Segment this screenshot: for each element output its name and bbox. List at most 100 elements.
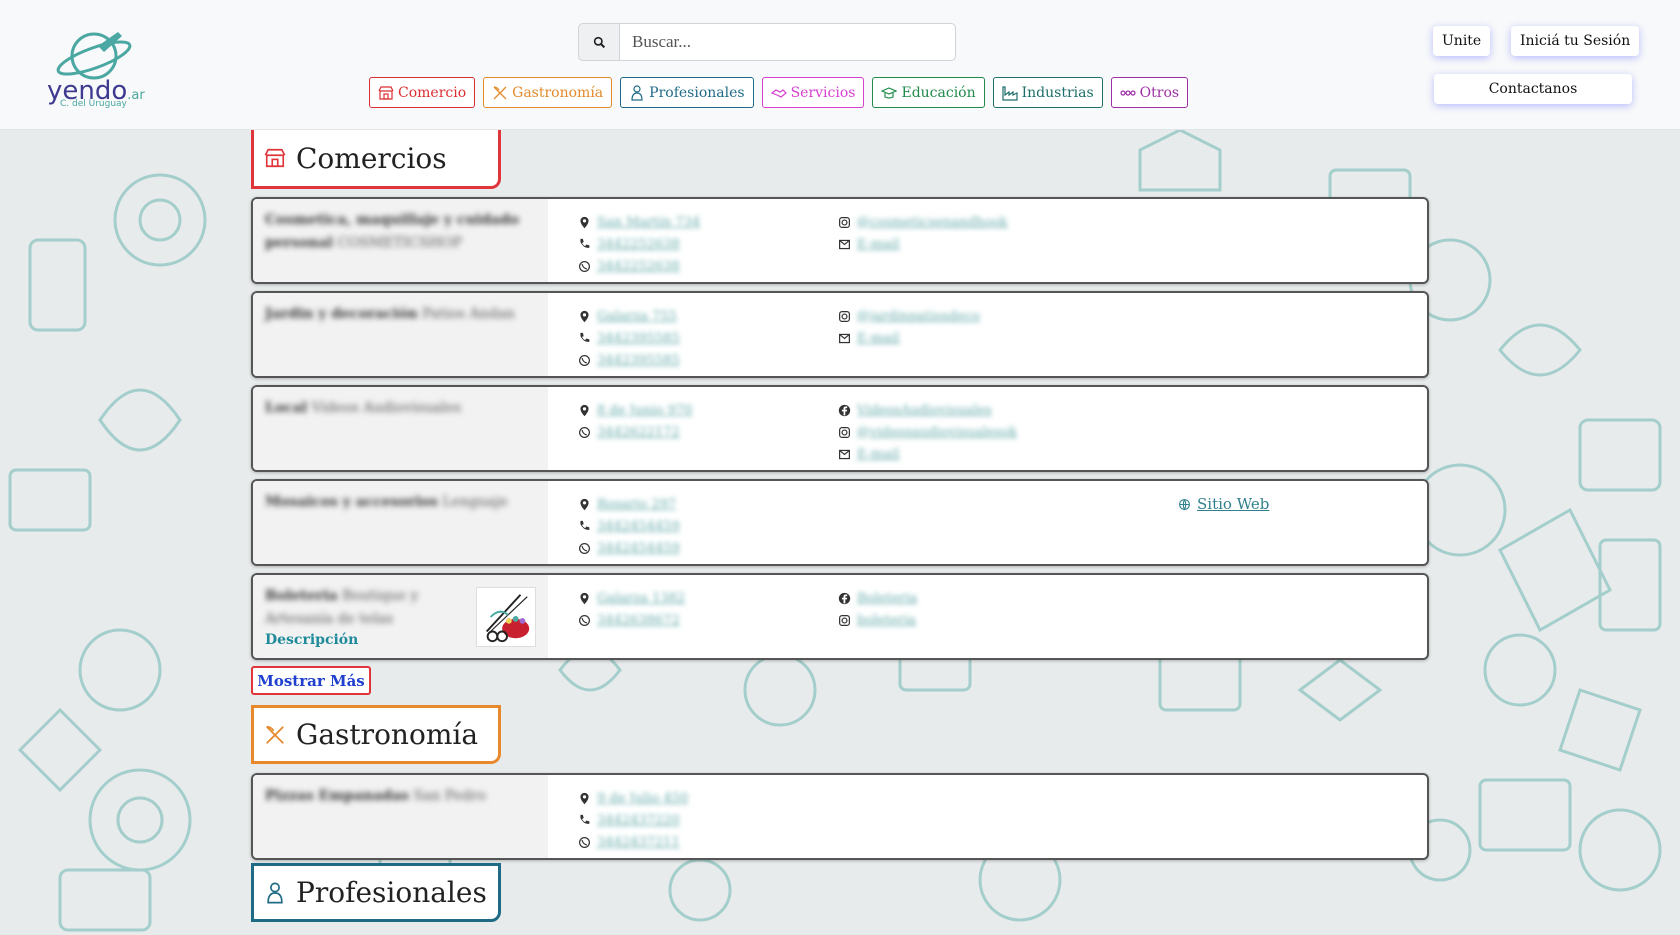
address-link[interactable]: 9 de Julio 450 <box>597 791 688 806</box>
category-servicios[interactable]: Servicios <box>761 77 865 108</box>
email-link[interactable]: E-mail <box>857 447 900 462</box>
handshake-icon <box>770 88 787 98</box>
section-title-gastronomia: Gastronomía <box>296 718 479 751</box>
contact-column: Galarza 755 3442395585 3442395585 <box>548 293 838 376</box>
web-column: Sitio Web <box>1178 481 1378 564</box>
card-info: Mosaicos y accesorios Lenguaje <box>253 481 548 564</box>
business-extra: Patios Andan <box>422 306 515 322</box>
address-link[interactable]: Rosario 297 <box>597 497 676 512</box>
business-extra: San Pedro <box>413 788 486 804</box>
whatsapp-link[interactable]: 3442638672 <box>597 613 680 628</box>
contact-column: Galarza 1382 3442638672 <box>548 575 838 658</box>
facebook-icon <box>838 592 851 604</box>
phone-link[interactable]: 3442395585 <box>597 331 680 346</box>
business-card: Mosaicos y accesorios Lenguaje Rosario 2… <box>251 479 1429 566</box>
category-servicios-label: Servicios <box>790 84 856 101</box>
phone-icon <box>580 238 590 248</box>
search-button[interactable] <box>578 23 620 61</box>
whatsapp-icon <box>579 836 590 848</box>
section-header-comercios: Comercios <box>251 130 501 189</box>
logo-subtitle: C. del Uruguay <box>60 99 127 109</box>
contact-column: 9 de Julio 450 3442437220 3442437211 <box>548 775 838 858</box>
address-link[interactable]: 8 de Junio 970 <box>597 403 692 418</box>
mail-icon <box>839 333 850 343</box>
contact-column: 8 de Junio 970 3442622172 <box>548 387 838 470</box>
join-button[interactable]: Unite <box>1433 26 1491 56</box>
whatsapp-link[interactable]: 3442437211 <box>597 835 680 850</box>
login-button[interactable]: Iniciá tu Sesión <box>1511 26 1640 56</box>
category-comercio[interactable]: Comercio <box>369 77 476 108</box>
mail-icon <box>839 449 850 459</box>
email-link[interactable]: E-mail <box>857 237 900 252</box>
whatsapp-icon <box>579 542 590 554</box>
category-profesionales[interactable]: Profesionales <box>620 77 754 108</box>
store-icon <box>378 85 394 100</box>
card-info: Pizzas Empanadas San Pedro <box>253 775 548 858</box>
address-link[interactable]: San Martín 734 <box>597 215 700 230</box>
social-column: VideosAudiovisuales @videosaudiovisuales… <box>838 387 1158 470</box>
whatsapp-link[interactable]: 3442454459 <box>597 541 680 556</box>
business-extra: COSMETICSHOP <box>337 235 462 251</box>
location-icon <box>580 310 589 322</box>
whatsapp-link[interactable]: 3442622172 <box>597 425 680 440</box>
category-industrias-label: Industrias <box>1021 84 1094 101</box>
facebook-link[interactable]: Boleteria <box>857 591 917 606</box>
utensils-icon <box>266 725 284 744</box>
search-input[interactable] <box>620 23 956 61</box>
instagram-link[interactable]: boleteria <box>857 613 916 628</box>
business-name: Mosaicos y accesorios <box>265 494 438 510</box>
category-industrias[interactable]: Industrias <box>992 77 1103 108</box>
address-link[interactable]: Galarza 755 <box>597 309 677 324</box>
location-icon <box>580 404 589 416</box>
instagram-icon <box>839 614 850 626</box>
category-gastronomia-label: Gastronomía <box>512 84 604 101</box>
business-name: Boleteria <box>265 588 338 604</box>
phone-icon <box>580 814 590 824</box>
business-name: Pizzas Empanadas <box>265 788 409 804</box>
business-name: Jardin y decoración <box>265 306 418 322</box>
instagram-link[interactable]: @videosaudiovisualesok <box>857 425 1017 440</box>
phone-link[interactable]: 3442252638 <box>597 237 680 252</box>
section-title-profesionales: Profesionales <box>296 876 487 909</box>
business-card: Jardin y decoración Patios Andan Galarza… <box>251 291 1429 378</box>
location-icon <box>580 498 589 510</box>
phone-icon <box>580 520 590 530</box>
show-more-button[interactable]: Mostrar Más <box>251 666 371 695</box>
business-card: Local Videos Audiovisuales 8 de Junio 97… <box>251 385 1429 472</box>
social-column: Boleteria boleteria <box>838 575 1158 658</box>
location-icon <box>580 216 589 228</box>
phone-icon <box>580 332 590 342</box>
whatsapp-icon <box>579 260 590 272</box>
email-link[interactable]: E-mail <box>857 331 900 346</box>
card-info: Jardin y decoración Patios Andan <box>253 293 548 376</box>
category-profesionales-label: Profesionales <box>649 84 745 101</box>
category-nav: Comercio Gastronomía Profesionales Servi… <box>369 77 1189 108</box>
phone-link[interactable]: 3442437220 <box>597 813 680 828</box>
section-header-gastronomia: Gastronomía <box>251 705 501 764</box>
website-link[interactable]: Sitio Web <box>1197 495 1269 513</box>
contact-column: San Martín 734 3442252638 3442252638 <box>548 199 838 282</box>
category-otros-label: Otros <box>1139 84 1180 101</box>
phone-link[interactable]: 3442454459 <box>597 519 680 534</box>
contact-button[interactable]: Contactanos <box>1434 74 1632 104</box>
whatsapp-link[interactable]: 3442395585 <box>597 353 680 368</box>
facebook-icon <box>838 404 851 416</box>
card-info: Local Videos Audiovisuales <box>253 387 548 470</box>
contact-column: Rosario 297 3442454459 3442454459 <box>548 481 838 564</box>
sewing-thumbnail-icon[interactable] <box>476 587 536 647</box>
whatsapp-link[interactable]: 3442252638 <box>597 259 680 274</box>
location-icon <box>580 792 589 804</box>
instagram-link[interactable]: @jardinpatiosdeco <box>857 309 980 324</box>
description-link[interactable]: Descripción <box>265 632 358 648</box>
whatsapp-icon <box>579 354 590 366</box>
instagram-link[interactable]: @cosmeticsenandhook <box>857 215 1008 230</box>
business-name: Local <box>265 400 308 416</box>
category-gastronomia[interactable]: Gastronomía <box>483 77 613 108</box>
address-link[interactable]: Galarza 1382 <box>597 591 685 606</box>
business-card: Pizzas Empanadas San Pedro 9 de Julio 45… <box>251 773 1429 860</box>
facebook-link[interactable]: VideosAudiovisuales <box>857 403 992 418</box>
whatsapp-icon <box>579 426 590 438</box>
category-otros[interactable]: Otros <box>1110 77 1189 108</box>
category-educacion[interactable]: Educación <box>872 77 985 108</box>
site-header: yendo.ar C. del Uruguay Comercio Gastron… <box>0 0 1680 130</box>
